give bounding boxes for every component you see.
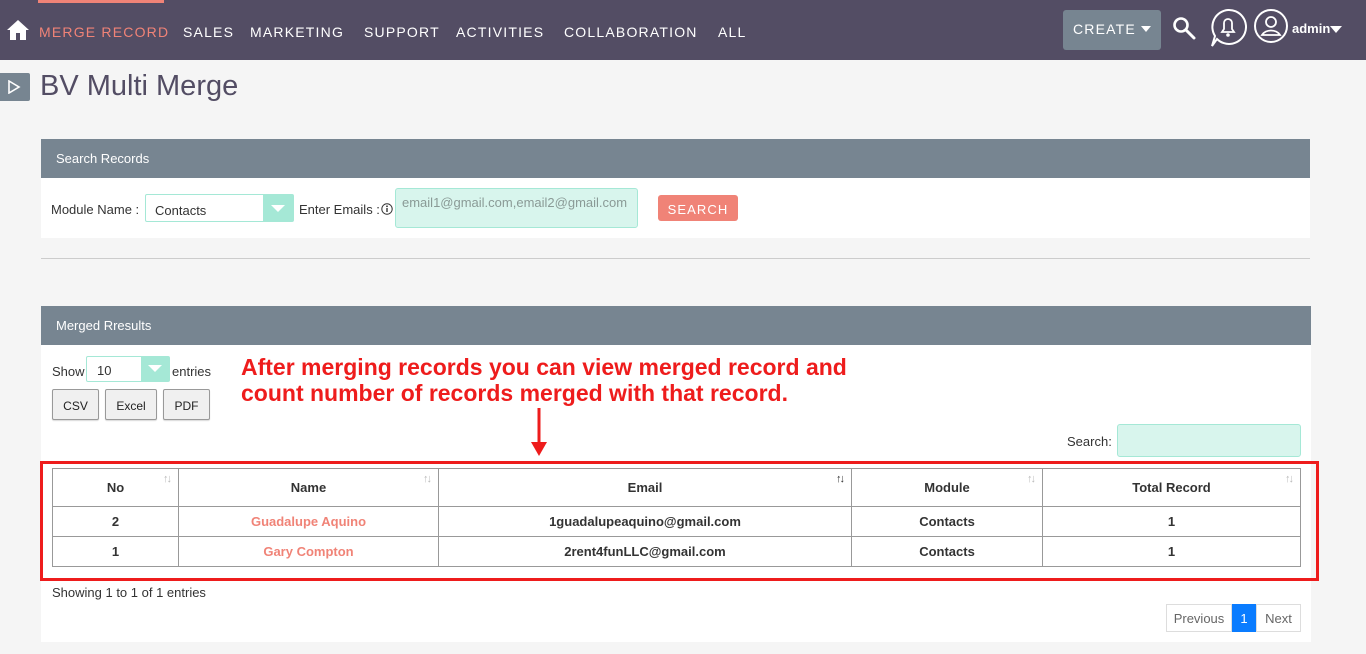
chevron-down-icon[interactable] bbox=[1330, 26, 1342, 33]
chevron-down-icon[interactable] bbox=[263, 195, 293, 221]
show-label: Show bbox=[52, 364, 85, 379]
cell-no: 2 bbox=[52, 506, 179, 537]
page-length-select[interactable]: 10 bbox=[86, 356, 170, 382]
chevron-down-icon bbox=[1141, 26, 1151, 32]
pagination-next-button[interactable]: Next bbox=[1256, 604, 1301, 632]
column-header-label: No bbox=[106, 480, 125, 495]
cell-module: Contacts bbox=[851, 506, 1043, 537]
column-header-label: Total Record bbox=[1132, 480, 1211, 495]
page-length-value: 10 bbox=[97, 363, 112, 378]
search-button[interactable]: SEARCH bbox=[658, 195, 738, 221]
module-name-label: Module Name : bbox=[51, 202, 140, 217]
search-icon[interactable] bbox=[1172, 16, 1196, 40]
module-name-value: Contacts bbox=[155, 203, 207, 218]
cell-module: Contacts bbox=[851, 536, 1043, 567]
column-header-total-record[interactable]: Total Record ↑↓ bbox=[1042, 468, 1301, 507]
nav-active-indicator bbox=[38, 0, 164, 3]
column-header-email[interactable]: Email ↑↓ bbox=[438, 468, 852, 507]
user-menu-label[interactable]: admin bbox=[1292, 21, 1330, 36]
info-icon[interactable] bbox=[381, 203, 393, 215]
scrollbar[interactable] bbox=[1352, 60, 1366, 654]
annotation-text: After merging records you can view merge… bbox=[241, 354, 847, 406]
column-header-label: Name bbox=[290, 480, 327, 495]
enter-emails-label: Enter Emails : bbox=[299, 202, 380, 217]
sort-icon[interactable]: ↑↓ bbox=[1285, 473, 1294, 485]
column-header-module[interactable]: Module ↑↓ bbox=[851, 468, 1043, 507]
table-header-row: No ↑↓ Name ↑↓ Email ↑↓ Module ↑↓ Total Recor… bbox=[52, 468, 1301, 507]
cell-name-link[interactable]: Guadalupe Aquino bbox=[178, 506, 439, 537]
column-header-label: Email bbox=[627, 480, 663, 495]
nav-item-all[interactable]: ALL bbox=[718, 24, 747, 40]
nav-item-collaboration[interactable]: COLLABORATION bbox=[564, 24, 698, 40]
sidebar-toggle-button[interactable] bbox=[0, 73, 30, 101]
nav-item-merge-record[interactable]: MERGE RECORD bbox=[39, 24, 169, 40]
table-info-text: Showing 1 to 1 of 1 entries bbox=[52, 585, 206, 600]
user-icon[interactable] bbox=[1253, 8, 1289, 44]
pdf-export-button[interactable]: PDF bbox=[163, 389, 210, 420]
nav-item-support[interactable]: SUPPORT bbox=[364, 24, 440, 40]
cell-name-link[interactable]: Gary Compton bbox=[178, 536, 439, 567]
search-records-panel: Search Records Module Name : Contacts En… bbox=[41, 139, 1310, 238]
entries-label: entries bbox=[172, 364, 212, 379]
table-row: 2 Guadalupe Aquino 1guadalupeaquino@gmai… bbox=[52, 506, 1301, 537]
annotation-line-1: After merging records you can view merge… bbox=[241, 354, 847, 380]
sort-icon[interactable]: ↑↓ bbox=[1027, 473, 1036, 485]
table-row: 1 Gary Compton 2rent4funLLC@gmail.com Co… bbox=[52, 536, 1301, 567]
section-divider bbox=[41, 258, 1310, 259]
sort-icon[interactable]: ↑↓ bbox=[423, 473, 432, 485]
column-header-name[interactable]: Name ↑↓ bbox=[178, 468, 439, 507]
excel-export-button[interactable]: Excel bbox=[105, 389, 157, 420]
pagination-previous-button[interactable]: Previous bbox=[1166, 604, 1232, 632]
cell-email: 2rent4funLLC@gmail.com bbox=[438, 536, 852, 567]
table-search-label: Search: bbox=[1067, 434, 1112, 449]
bell-icon[interactable] bbox=[1209, 8, 1247, 48]
merged-results-header: Merged Rresults bbox=[41, 306, 1311, 345]
column-header-label: Module bbox=[924, 480, 970, 495]
pagination-page-1-button[interactable]: 1 bbox=[1232, 604, 1256, 632]
search-records-header: Search Records bbox=[41, 139, 1310, 178]
arrow-down-icon bbox=[531, 408, 547, 456]
sort-icon[interactable]: ↑↓ bbox=[836, 473, 845, 485]
nav-item-activities[interactable]: ACTIVITIES bbox=[456, 24, 544, 40]
page-title: BV Multi Merge bbox=[40, 70, 239, 102]
module-name-select[interactable]: Contacts bbox=[145, 194, 294, 222]
cell-total-record: 1 bbox=[1042, 506, 1301, 537]
sort-icon[interactable]: ↑↓ bbox=[163, 473, 172, 485]
annotation-line-2: count number of records merged with that… bbox=[241, 380, 788, 406]
top-navigation: MERGE RECORD SALES MARKETING SUPPORT ACT… bbox=[0, 0, 1366, 60]
nav-item-marketing[interactable]: MARKETING bbox=[250, 24, 344, 40]
emails-input[interactable] bbox=[395, 188, 638, 228]
column-header-no[interactable]: No ↑↓ bbox=[52, 468, 179, 507]
cell-no: 1 bbox=[52, 536, 179, 567]
chevron-down-icon[interactable] bbox=[141, 357, 169, 381]
cell-email: 1guadalupeaquino@gmail.com bbox=[438, 506, 852, 537]
create-button-label: CREATE bbox=[1073, 21, 1136, 37]
create-button[interactable]: CREATE bbox=[1063, 10, 1161, 50]
table-search-input[interactable] bbox=[1117, 424, 1301, 457]
cell-total-record: 1 bbox=[1042, 536, 1301, 567]
csv-export-button[interactable]: CSV bbox=[52, 389, 99, 420]
merged-results-table: No ↑↓ Name ↑↓ Email ↑↓ Module ↑↓ Total Recor… bbox=[52, 468, 1301, 567]
play-icon bbox=[8, 80, 21, 94]
home-icon[interactable] bbox=[6, 19, 30, 41]
nav-item-sales[interactable]: SALES bbox=[183, 24, 234, 40]
